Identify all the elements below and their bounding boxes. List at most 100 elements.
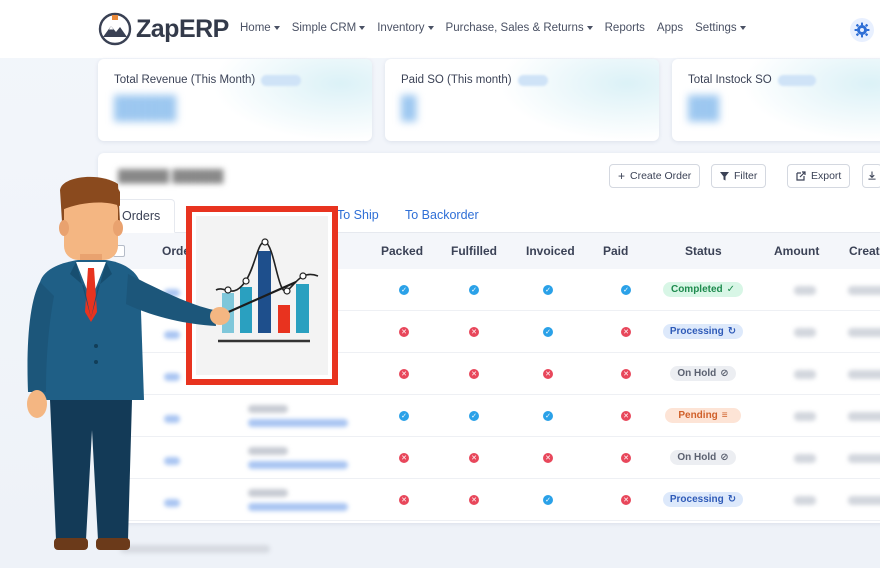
stat-card-instock-so: Total Instock SO ██	[672, 59, 880, 141]
nav-apps[interactable]: Apps	[657, 22, 683, 34]
caret-down-icon	[586, 26, 593, 30]
stat-value-redacted: ████	[114, 95, 177, 120]
top-navbar: ZapERP Home Simple CRM Inventory Purchas…	[0, 0, 880, 58]
tab-to-backorder[interactable]: To Backorder	[405, 208, 479, 222]
presenter-illustration	[27, 176, 338, 550]
status-label: Processing	[669, 326, 724, 337]
create-order-button[interactable]: + Create Order	[609, 164, 701, 188]
nav-label: Inventory	[377, 22, 425, 34]
filter-icon	[720, 171, 729, 180]
status-badge: Completed ✓	[663, 282, 743, 297]
created-date-redacted	[848, 412, 880, 421]
caret-down-icon	[739, 26, 746, 30]
x-circle-icon: ✕	[469, 369, 479, 379]
filter-label: Filter	[734, 170, 758, 182]
export-button[interactable]: Export	[787, 164, 851, 188]
check-circle-icon: ✓	[543, 495, 553, 505]
amount-redacted	[794, 286, 816, 295]
x-circle-icon: ✕	[621, 411, 631, 421]
gear-icon	[854, 22, 870, 38]
x-circle-icon: ✕	[621, 327, 631, 337]
caret-down-icon	[427, 26, 434, 30]
caret-down-icon	[359, 26, 366, 30]
status-label: Completed	[670, 284, 723, 295]
download-button[interactable]	[862, 164, 880, 188]
created-date-redacted	[848, 454, 880, 463]
settings-button[interactable]	[850, 18, 874, 42]
status-label: Processing	[669, 494, 724, 505]
check-circle-icon: ✓	[399, 411, 409, 421]
x-circle-icon: ✕	[399, 369, 409, 379]
nav-label: Purchase, Sales & Returns	[445, 22, 584, 34]
status-label: Pending	[678, 410, 718, 421]
status-label: On Hold	[677, 452, 717, 463]
stat-badge	[777, 74, 816, 86]
stat-title-text: Paid SO (This month)	[401, 74, 512, 86]
amount-redacted	[794, 328, 816, 337]
nav-inventory[interactable]: Inventory	[377, 22, 434, 34]
status-badge: Pending ≡	[665, 408, 741, 423]
check-circle-icon: ✓	[399, 285, 409, 295]
amount-redacted	[794, 412, 816, 421]
nav-home[interactable]: Home	[240, 22, 280, 34]
stat-badge	[517, 74, 548, 86]
x-circle-icon: ✕	[469, 453, 479, 463]
nav-reports[interactable]: Reports	[605, 22, 645, 34]
x-circle-icon: ✕	[469, 327, 479, 337]
column-invoiced[interactable]: Invoiced	[526, 244, 575, 258]
create-order-label: Create Order	[630, 170, 692, 182]
column-status[interactable]: Status	[685, 244, 722, 258]
check-circle-icon: ✓	[621, 285, 631, 295]
stat-card-revenue: Total Revenue (This Month) ████	[98, 59, 372, 141]
card-decoration	[499, 59, 659, 141]
check-circle-icon: ✓	[543, 411, 553, 421]
download-icon	[868, 171, 876, 180]
filter-button[interactable]: Filter	[711, 164, 767, 188]
status-badge: Processing ↻	[663, 324, 743, 339]
main-nav: Home Simple CRM Inventory Purchase, Sale…	[240, 22, 746, 34]
refresh-icon: ↻	[727, 326, 737, 337]
nav-purchase-sales-returns[interactable]: Purchase, Sales & Returns	[446, 22, 593, 34]
amount-redacted	[794, 370, 816, 379]
column-amount[interactable]: Amount	[774, 244, 819, 258]
x-circle-icon: ✕	[399, 327, 409, 337]
status-label: On Hold	[677, 368, 717, 379]
nav-label: Apps	[656, 22, 684, 34]
card-decoration	[212, 59, 372, 141]
refresh-icon: ↻	[727, 494, 737, 505]
stat-value-redacted: ██	[688, 95, 720, 120]
created-date-redacted	[848, 370, 880, 379]
app-name: ZapERP	[136, 14, 229, 43]
app-logo[interactable]: ZapERP	[98, 12, 229, 46]
column-fulfilled[interactable]: Fulfilled	[451, 244, 497, 258]
stat-title: Total Instock SO	[688, 74, 816, 86]
tab-to-ship[interactable]: To Ship	[337, 208, 379, 222]
export-icon	[796, 171, 806, 181]
stat-title: Total Revenue (This Month)	[114, 74, 302, 86]
x-circle-icon: ✕	[543, 453, 553, 463]
check-circle-icon: ✓	[543, 285, 553, 295]
status-badge: Processing ↻	[663, 492, 743, 507]
chart-board-icon	[186, 206, 338, 385]
stat-value-redacted: █	[401, 95, 417, 120]
nav-settings[interactable]: Settings	[695, 22, 746, 34]
ban-icon: ⊘	[720, 368, 729, 379]
nav-simple-crm[interactable]: Simple CRM	[292, 22, 366, 34]
status-badge: On Hold ⊘	[670, 366, 736, 381]
stat-title-text: Total Instock SO	[688, 74, 772, 86]
check-circle-icon: ✓	[543, 327, 553, 337]
lines-icon: ≡	[721, 410, 728, 421]
x-circle-icon: ✕	[543, 369, 553, 379]
x-circle-icon: ✕	[399, 453, 409, 463]
column-created[interactable]: Creat	[849, 244, 880, 258]
stat-card-paid-so: Paid SO (This month) █	[385, 59, 659, 141]
card-decoration	[742, 59, 880, 141]
nav-label: Settings	[695, 22, 737, 34]
amount-redacted	[794, 496, 816, 505]
check-icon: ✓	[726, 284, 736, 295]
column-packed[interactable]: Packed	[381, 244, 423, 258]
column-paid[interactable]: Paid	[603, 244, 628, 258]
nav-label: Home	[240, 22, 271, 34]
status-badge: On Hold ⊘	[670, 450, 736, 465]
check-circle-icon: ✓	[469, 411, 479, 421]
